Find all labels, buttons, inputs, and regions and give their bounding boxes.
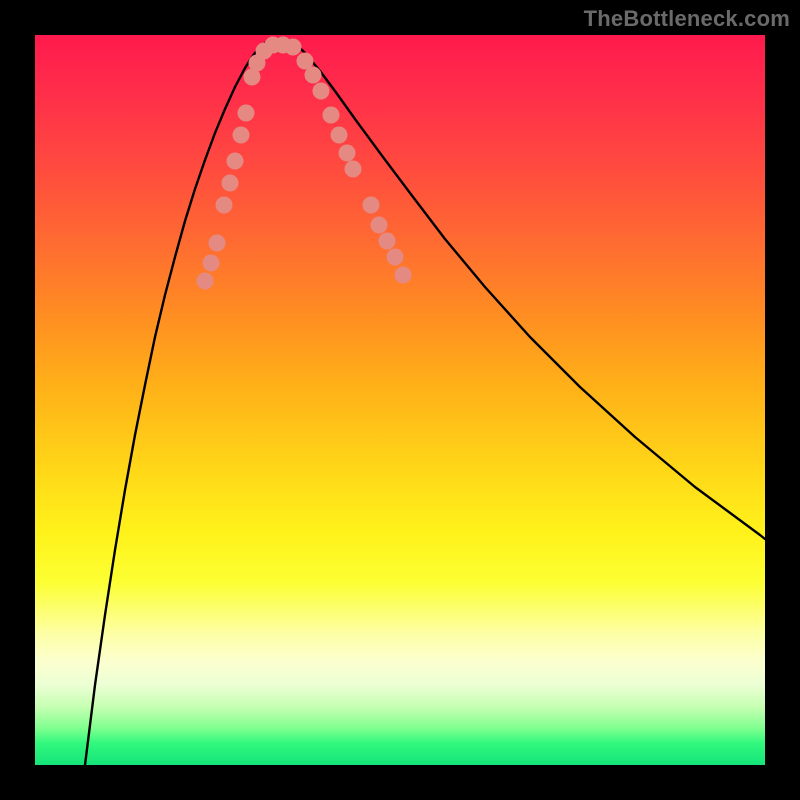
marker-dot (222, 175, 239, 192)
marker-dot (371, 217, 388, 234)
plot-area (35, 35, 765, 765)
marker-dot (323, 107, 340, 124)
marker-dot (379, 233, 396, 250)
marker-dot (363, 197, 380, 214)
marker-dot (313, 83, 330, 100)
marker-dot (285, 39, 302, 56)
marker-dot (395, 267, 412, 284)
curve-layer (35, 35, 765, 765)
marker-dot (203, 255, 220, 272)
marker-dot (209, 235, 226, 252)
marker-dots (197, 37, 412, 290)
watermark-text: TheBottleneck.com (584, 6, 790, 32)
marker-dot (331, 127, 348, 144)
marker-dot (233, 127, 250, 144)
marker-dot (216, 197, 233, 214)
bottleneck-curve (85, 39, 765, 765)
marker-dot (345, 161, 362, 178)
marker-dot (197, 273, 214, 290)
outer-frame: TheBottleneck.com (0, 0, 800, 800)
marker-dot (339, 145, 356, 162)
marker-dot (305, 67, 322, 84)
marker-dot (227, 153, 244, 170)
marker-dot (238, 105, 255, 122)
marker-dot (387, 249, 404, 266)
